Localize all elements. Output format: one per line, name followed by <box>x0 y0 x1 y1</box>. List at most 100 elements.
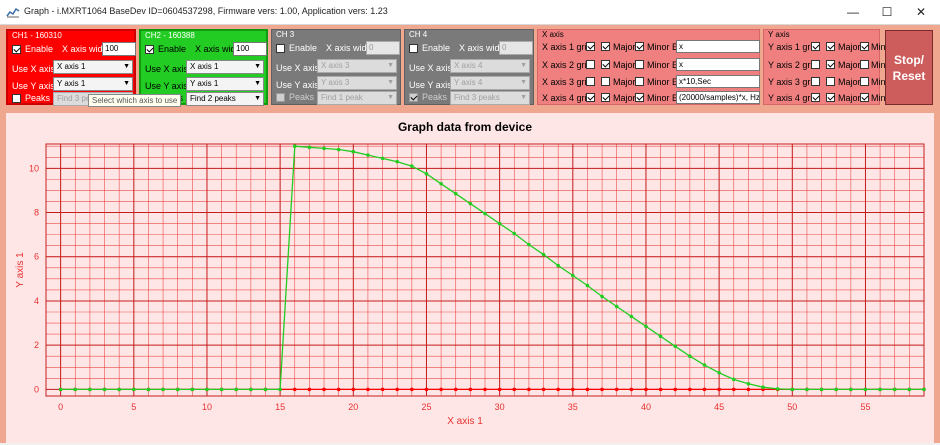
channel-2-x-axis-select[interactable]: X axis 1 ▼ <box>186 60 264 74</box>
y-axis-4-minor-checkbox[interactable] <box>860 93 869 102</box>
series-2-point <box>351 149 356 154</box>
series-1-point <box>424 387 429 392</box>
series-2-point <box>571 273 575 278</box>
channel-4-enable-checkbox[interactable] <box>409 43 418 53</box>
x-axis-3-minor-checkbox[interactable] <box>635 77 644 86</box>
chevron-down-icon: ▼ <box>123 63 130 70</box>
channel-4-title: CH 4 <box>409 30 428 39</box>
channel-2-peaks-select[interactable]: Find 2 peaks ▼ <box>186 92 264 106</box>
x-axis-1-minor-checkbox[interactable] <box>635 42 644 51</box>
y-axis-3-major-checkbox[interactable] <box>826 77 835 86</box>
x-axis-2-grid-checkbox[interactable] <box>586 60 595 69</box>
channel-2-enable-checkbox[interactable] <box>145 44 154 54</box>
series-2-point <box>424 172 429 176</box>
series-2-point <box>380 156 385 161</box>
channel-4-x-axis-select[interactable]: X axis 4 ▼ <box>450 59 530 73</box>
channel-3-width-input[interactable]: 0 <box>366 41 400 55</box>
x-axis-4-grid-checkbox[interactable] <box>586 93 595 102</box>
series-2-point <box>731 377 736 382</box>
x-axis-3-major-label: Major <box>613 77 636 87</box>
x-axis-3-major-checkbox[interactable] <box>601 77 610 86</box>
channel-3-x-axis-select[interactable]: X axis 3 ▼ <box>317 59 397 73</box>
channel-2-title: CH2 - 160388 <box>145 31 195 40</box>
series-1-point <box>512 387 517 392</box>
minimize-button[interactable]: — <box>836 0 870 24</box>
x-tick-label: 10 <box>202 402 212 412</box>
series-2-point <box>600 294 604 299</box>
channel-1-y-axis-select[interactable]: Y axis 1 ▼ <box>53 77 133 91</box>
x-axis-3-grid-checkbox[interactable] <box>586 77 595 86</box>
x-axis-label: X axis 1 <box>447 416 483 427</box>
y-axis-2-grid-checkbox[interactable] <box>811 60 820 69</box>
channel-2-y-axis-select[interactable]: Y axis 1 ▼ <box>186 77 264 91</box>
y-axis-1-minor-checkbox[interactable] <box>860 42 869 51</box>
x-axis-2-expr-input[interactable]: x <box>676 58 760 71</box>
channel-4-peaks-select[interactable]: Find 3 peaks ▼ <box>450 91 530 105</box>
series-2-point <box>102 387 107 392</box>
y-tick-label: 0 <box>34 384 39 394</box>
y-axis-2-minor-checkbox[interactable] <box>860 60 869 69</box>
channel-3-peaks-checkbox[interactable] <box>276 92 285 102</box>
series-1-point <box>717 387 721 392</box>
series-2-point <box>702 363 707 367</box>
channel-3-enable-label: Enable <box>289 43 318 53</box>
channel-4-use-y-label: Use Y axis <box>409 80 452 90</box>
y-axis-3-minor-checkbox[interactable] <box>860 77 869 86</box>
y-axis-3-grid-checkbox[interactable] <box>811 77 820 86</box>
y-axis-4-grid-checkbox[interactable] <box>811 93 820 102</box>
x-axis-4-minor-checkbox[interactable] <box>635 93 644 102</box>
series-2-point <box>644 324 648 329</box>
series-2-point <box>585 283 590 288</box>
channel-1-enable-checkbox[interactable] <box>12 44 21 54</box>
x-axis-2-minor-checkbox[interactable] <box>635 60 644 69</box>
y-axis-panel: Y axis Y axis 1 grid Major Minor Y axis … <box>763 29 894 105</box>
x-axis-panel-title: X axis <box>542 30 564 39</box>
x-axis-4-expr-input[interactable]: (20000/samples)*x, Hz <box>676 91 760 104</box>
channel-4-width-input[interactable]: 0 <box>499 41 533 55</box>
x-axis-1-major-checkbox[interactable] <box>601 42 610 51</box>
channel-3-use-x-label: Use X axis <box>276 63 320 73</box>
x-axis-4-major-checkbox[interactable] <box>601 93 610 102</box>
y-axis-4-major-checkbox[interactable] <box>826 93 835 102</box>
channel-4-peaks-value: Find 3 peaks <box>454 93 500 102</box>
chevron-down-icon: ▼ <box>254 80 261 87</box>
y-axis-1-grid-checkbox[interactable] <box>811 42 820 51</box>
x-axis-1-expr-input[interactable]: x <box>676 40 760 53</box>
window-title: Graph - i.MXRT1064 BaseDev ID=0604537298… <box>24 6 388 16</box>
x-axis-4-major-label: Major <box>613 93 636 103</box>
x-axis-1-grid-checkbox[interactable] <box>586 42 595 51</box>
channel-4-y-axis-select[interactable]: Y axis 4 ▼ <box>450 76 530 90</box>
y-axis-3-major-label: Major <box>838 77 861 87</box>
channel-3-enable-checkbox[interactable] <box>276 43 285 53</box>
chevron-down-icon: ▼ <box>520 94 527 101</box>
channel-1-x-axis-select[interactable]: X axis 1 ▼ <box>53 60 133 74</box>
line-chart[interactable]: 0 5 10 15 20 25 30 35 40 45 50 55 0 2 4 6 8 10 Graph data … <box>6 113 934 443</box>
series-2-point <box>512 231 517 236</box>
channel-2-width-input[interactable]: 100 <box>233 42 267 56</box>
series-2-point <box>922 387 926 392</box>
x-tick-label: 55 <box>860 402 870 412</box>
window-titlebar: Graph - i.MXRT1064 BaseDev ID=0604537298… <box>0 0 940 25</box>
channel-3-y-axis-select[interactable]: Y axis 3 ▼ <box>317 76 397 90</box>
stop-reset-button[interactable]: Stop/ Reset <box>885 30 933 105</box>
series-1-point <box>468 387 473 392</box>
x-axis-3-expr-input[interactable]: x*10,Sec <box>676 75 760 88</box>
maximize-button[interactable]: ☐ <box>870 0 904 24</box>
chevron-down-icon: ▼ <box>387 62 394 69</box>
y-axis-2-major-checkbox[interactable] <box>826 60 835 69</box>
channel-1-peaks-checkbox[interactable] <box>12 93 21 103</box>
channel-1-peaks-label: Peaks <box>25 93 51 103</box>
x-axis-2-major-checkbox[interactable] <box>601 60 610 69</box>
y-axis-1-major-checkbox[interactable] <box>826 42 835 51</box>
channel-1-width-input[interactable]: 100 <box>102 42 136 56</box>
channel-3-peaks-value: Find 1 peak <box>321 93 363 102</box>
x-tick-label: 25 <box>421 402 431 412</box>
series-1-point <box>614 387 619 392</box>
channel-3-peaks-label: Peaks <box>289 92 315 102</box>
channel-3-peaks-select[interactable]: Find 1 peak ▼ <box>317 91 397 105</box>
close-button[interactable]: ✕ <box>904 0 938 24</box>
series-1-point <box>410 387 414 392</box>
y-axis-label: Y axis 1 <box>15 252 26 288</box>
channel-4-peaks-checkbox[interactable] <box>409 92 418 102</box>
series-2-point <box>322 146 326 151</box>
